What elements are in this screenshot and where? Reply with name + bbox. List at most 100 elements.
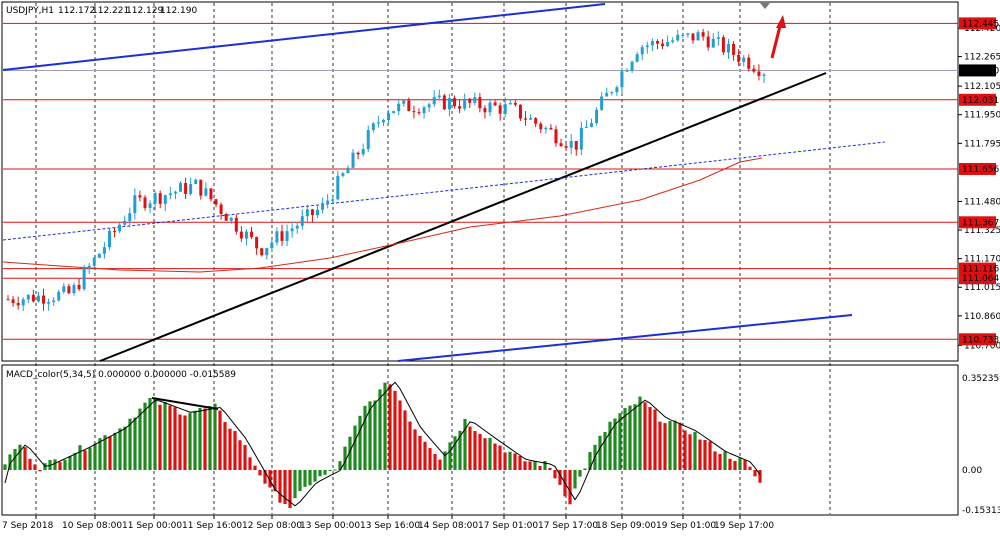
macd-bar	[758, 470, 762, 483]
candle-body	[199, 179, 203, 196]
candle-body	[508, 102, 512, 105]
level-price-label: 111.064	[962, 274, 999, 284]
macd-bar	[328, 470, 332, 471]
macd-bar	[83, 450, 87, 470]
macd-bar	[68, 456, 72, 470]
candle-body	[92, 257, 96, 266]
candle-body	[77, 284, 81, 290]
macd-bar	[248, 457, 252, 470]
candle-body	[356, 152, 360, 155]
macd-bar	[673, 420, 677, 470]
price-tick-label: 112.265	[964, 53, 1000, 63]
level-price-label: 112.445	[962, 19, 999, 29]
candle-body	[341, 173, 345, 176]
candle-body	[544, 127, 548, 130]
macd-bar	[493, 443, 497, 470]
time-label: 11 Sep 00:00	[122, 521, 182, 531]
candle-body	[412, 111, 416, 113]
macd-bar	[618, 413, 622, 470]
candle-body	[574, 141, 578, 150]
candle-body	[290, 228, 294, 232]
macd-bar	[438, 459, 442, 470]
time-label: 13 Sep 00:00	[300, 521, 360, 531]
macd-header: MACD_color(5,34,5) 0.000000 0.000000 -0.…	[6, 370, 236, 380]
candle-body	[468, 98, 472, 103]
candle-body	[214, 199, 218, 205]
macd-bar	[63, 459, 67, 470]
macd-axis-label: -0.15313	[962, 506, 1000, 516]
macd-bar	[523, 461, 527, 470]
macd-bar	[318, 470, 322, 477]
candle-body	[488, 102, 492, 113]
candle-body	[107, 230, 111, 248]
candle-body	[387, 113, 391, 121]
macd-bar	[538, 466, 542, 470]
candle-body	[447, 98, 451, 110]
macd-bar	[568, 470, 572, 505]
candle-body	[148, 203, 152, 208]
candle-body	[762, 74, 766, 76]
ohlc-low: 112.129	[126, 6, 163, 16]
macd-bar	[513, 453, 517, 470]
macd-bar	[628, 405, 632, 470]
macd-axis-label: 0.00	[962, 466, 982, 476]
candle-body	[371, 123, 375, 130]
macd-bar	[748, 466, 752, 470]
macd-bar	[53, 459, 57, 470]
candle-body	[716, 37, 720, 39]
macd-bar	[333, 469, 337, 471]
candle-body	[265, 248, 269, 256]
level-price-label: 110.733	[962, 335, 999, 345]
macd-bar	[38, 470, 42, 472]
candle-body	[432, 97, 436, 105]
macd-bar	[188, 413, 192, 470]
macd-bar	[403, 410, 407, 470]
macd-bar	[258, 470, 262, 476]
macd-bar	[58, 462, 62, 470]
macd-bar	[3, 464, 7, 470]
candle-body	[701, 32, 705, 37]
ohlc-high: 112.221	[92, 6, 129, 16]
candle-body	[595, 109, 599, 124]
macd-bar	[708, 441, 712, 470]
price-axis[interactable]: 112.420112.265112.105111.950111.795111.4…	[958, 17, 1000, 516]
macd-bar	[738, 457, 742, 470]
macd-bar	[688, 434, 692, 470]
candle-body	[128, 213, 132, 222]
macd-bar	[533, 461, 537, 470]
macd-bar	[303, 470, 307, 487]
macd-bar	[413, 429, 417, 470]
macd-bar	[418, 435, 422, 470]
candle-body	[351, 152, 355, 168]
candle-body	[331, 199, 335, 201]
macd-bar	[543, 461, 547, 470]
candle-body	[417, 112, 421, 114]
candle-body	[158, 193, 162, 204]
macd-bar	[488, 437, 492, 470]
candle-body	[706, 36, 710, 48]
price-tick-label: 111.795	[964, 139, 1000, 149]
macd-bar	[293, 470, 297, 499]
macd-bar	[93, 443, 97, 470]
candle-body	[204, 188, 208, 196]
macd-bar	[463, 418, 467, 470]
candle-body	[244, 231, 248, 239]
macd-bar	[633, 404, 637, 470]
candle-body	[539, 123, 543, 130]
macd-bar	[148, 397, 152, 470]
candle-body	[518, 104, 522, 119]
macd-bar	[218, 410, 222, 470]
price-tick-label: 111.015	[964, 283, 1000, 293]
level-price-label: 111.656	[962, 165, 999, 175]
candle-body	[31, 294, 35, 302]
candle-body	[16, 303, 20, 306]
candle-body	[295, 225, 299, 229]
macd-bar	[33, 464, 37, 470]
macd-bar	[88, 447, 92, 470]
candle-body	[336, 175, 340, 200]
macd-bar	[118, 428, 122, 470]
candle-body	[711, 38, 715, 48]
candle-body	[11, 299, 15, 304]
macd-bar	[108, 436, 112, 470]
candle-body	[6, 299, 10, 301]
